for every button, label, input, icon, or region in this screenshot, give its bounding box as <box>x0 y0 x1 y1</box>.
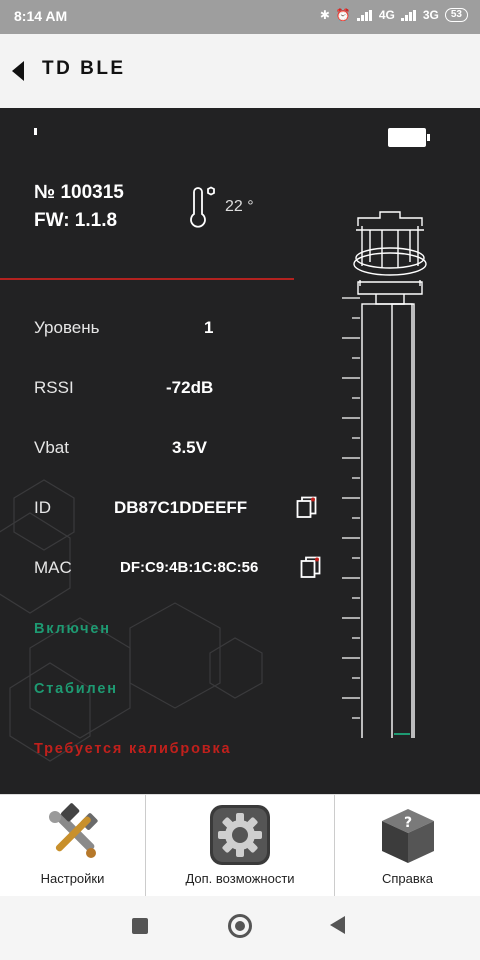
nav-extra-label: Доп. возможности <box>185 871 295 886</box>
home-icon[interactable] <box>228 914 252 938</box>
signal-icon-2 <box>400 9 417 21</box>
system-nav <box>0 896 480 960</box>
help-box-icon: ? <box>381 809 434 863</box>
svg-text:?: ? <box>403 815 411 831</box>
alarm-icon: ⏰ <box>335 8 351 22</box>
id-value: DB87C1DDEEFF <box>114 498 248 517</box>
app-title: TD BLE <box>42 58 126 79</box>
nav-settings-label: Настройки <box>40 871 105 886</box>
device-number: № 100315 <box>34 182 124 203</box>
nav-extra[interactable]: Доп. возможности <box>146 795 335 897</box>
device-panel: № 100315 FW: 1.1.8 22 ° Уровень 1 RSSI -… <box>0 108 480 794</box>
status-right: ✱ ⏰ 4G 3G 53 <box>320 8 468 22</box>
section-divider <box>0 278 294 280</box>
nav-settings[interactable]: Настройки <box>0 795 146 897</box>
gear-icon <box>210 805 270 865</box>
signal-icon <box>356 9 373 21</box>
recents-icon[interactable] <box>132 918 148 934</box>
temperature-value: 22 ° <box>225 198 254 215</box>
id-label: ID <box>34 498 51 517</box>
status-stable: Стабилен <box>34 681 118 697</box>
nav-help[interactable]: ? Справка <box>335 795 480 897</box>
mac-label: MAC <box>34 558 72 577</box>
battery-icon <box>388 128 430 147</box>
vbat-value: 3.5V <box>172 438 207 457</box>
app-bar: TD BLE <box>0 34 480 108</box>
network-type-2: 3G <box>422 8 439 22</box>
bottom-nav: Настройки Доп. возможности ? Справка <box>0 794 480 897</box>
back-icon[interactable] <box>12 61 24 81</box>
tools-icon <box>48 803 98 858</box>
rssi-value: -72dB <box>166 378 214 397</box>
copy-mac-icon[interactable] <box>300 556 322 580</box>
level-gauge <box>342 211 427 738</box>
rssi-label: RSSI <box>34 378 74 397</box>
status-time: 8:14 AM <box>14 8 68 24</box>
vbat-label: Vbat <box>34 438 69 457</box>
network-type-1: 4G <box>378 8 395 22</box>
signal-indicator <box>34 128 37 135</box>
status-on: Включен <box>34 621 111 637</box>
mac-value: DF:C9:4B:1C:8C:56 <box>120 559 259 576</box>
level-label: Уровень <box>34 318 100 337</box>
thermometer-icon <box>190 186 215 228</box>
firmware-version: FW: 1.1.8 <box>34 210 118 231</box>
system-back-icon[interactable] <box>330 916 345 934</box>
battery-level: 53 <box>444 8 468 22</box>
bluetooth-icon: ✱ <box>319 8 330 22</box>
copy-id-icon[interactable] <box>296 496 318 520</box>
status-calibration: Требуется калибровка <box>34 741 232 757</box>
level-value: 1 <box>204 318 214 337</box>
status-bar: 8:14 AM ✱ ⏰ 4G 3G 53 <box>0 0 480 34</box>
nav-help-label: Справка <box>382 871 433 886</box>
